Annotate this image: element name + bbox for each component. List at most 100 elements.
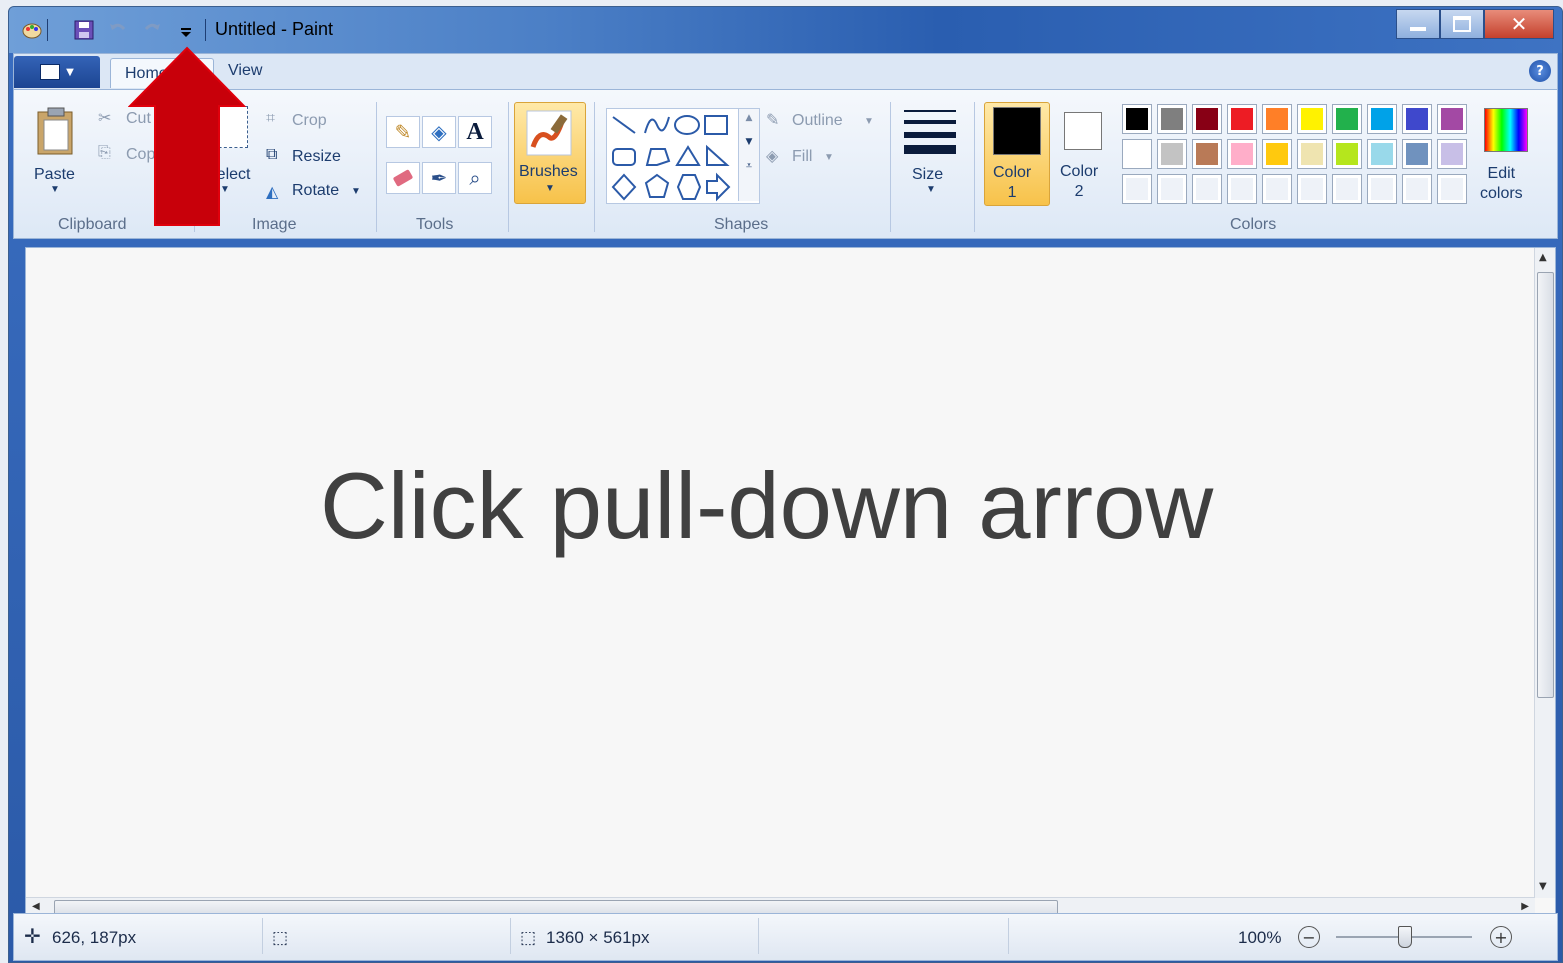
palette-swatch-color (1336, 108, 1358, 130)
palette-swatch[interactable] (1402, 139, 1432, 169)
redo-icon[interactable] (141, 19, 163, 41)
palette-swatch[interactable] (1297, 174, 1327, 204)
palette-swatch[interactable] (1402, 104, 1432, 134)
group-separator (594, 102, 595, 232)
diamond-shape-icon (611, 173, 637, 201)
palette-swatch[interactable] (1437, 174, 1467, 204)
palette-swatch[interactable] (1332, 139, 1362, 169)
palette-swatch[interactable] (1227, 174, 1257, 204)
color-picker-tool[interactable]: ✒ (422, 162, 456, 194)
paint-app-icon[interactable] (21, 19, 43, 41)
size-icon[interactable] (904, 108, 956, 156)
palette-swatch[interactable] (1227, 139, 1257, 169)
brushes-button[interactable]: Brushes ▼ (514, 102, 586, 204)
palette-swatch[interactable] (1367, 104, 1397, 134)
palette-swatch[interactable] (1262, 104, 1292, 134)
help-icon[interactable]: ? (1529, 60, 1551, 82)
edit-colors-button[interactable]: Edit colors (1476, 102, 1536, 204)
fill-tool[interactable]: ◈ (422, 116, 456, 148)
edit-colors-icon (1484, 108, 1528, 152)
palette-swatch[interactable] (1332, 104, 1362, 134)
title-separator (205, 19, 206, 41)
palette-swatch[interactable] (1227, 104, 1257, 134)
pencil-tool[interactable]: ✎ (386, 116, 420, 148)
scroll-down-arrow-icon[interactable]: ▼ (1539, 881, 1547, 892)
scroll-up-arrow-icon[interactable]: ▲ (1539, 252, 1547, 263)
rotate-dropdown-icon[interactable]: ▼ (351, 186, 361, 197)
shapes-scroll[interactable]: ▲ ▼ ⩡ (738, 109, 759, 201)
eraser-icon (392, 169, 414, 187)
shapes-more-icon[interactable]: ⩡ (739, 159, 759, 173)
maximize-button[interactable] (1440, 9, 1484, 39)
palette-swatch[interactable] (1367, 139, 1397, 169)
palette-swatch[interactable] (1192, 139, 1222, 169)
shapes-gallery-icons (611, 115, 731, 202)
palette-swatch[interactable] (1262, 174, 1292, 204)
zoom-in-button[interactable]: + (1490, 926, 1512, 948)
oval-shape-icon (674, 115, 700, 135)
palette-swatch[interactable] (1122, 104, 1152, 134)
group-separator (508, 102, 509, 232)
outline-button[interactable]: Outline (792, 112, 843, 130)
palette-swatch[interactable] (1437, 104, 1467, 134)
crop-button[interactable]: Crop (292, 112, 327, 130)
zoom-slider[interactable] (1336, 926, 1472, 948)
canvas-area: Click pull-down arrow ▲ ▼ ◀ ▶ (25, 247, 1556, 919)
palette-swatch[interactable] (1157, 139, 1187, 169)
palette-swatch-color (1126, 178, 1148, 200)
paste-icon[interactable] (34, 106, 78, 158)
paste-button[interactable]: Paste (34, 166, 75, 184)
paint-menu-button[interactable]: ▼ (14, 56, 100, 88)
palette-swatch[interactable] (1157, 104, 1187, 134)
size-dropdown-icon[interactable]: ▼ (926, 184, 936, 195)
palette-swatch[interactable] (1157, 174, 1187, 204)
size-button[interactable]: Size (912, 166, 943, 184)
outline-dropdown-icon[interactable]: ▼ (864, 116, 874, 127)
color-palette (1122, 104, 1472, 208)
palette-swatch[interactable] (1122, 139, 1152, 169)
close-button[interactable]: ✕ (1484, 9, 1554, 39)
zoom-slider-thumb[interactable] (1398, 926, 1412, 948)
status-separator (758, 918, 759, 954)
palette-swatch[interactable] (1297, 139, 1327, 169)
palette-swatch-color (1406, 108, 1428, 130)
color1-button[interactable]: Color 1 (984, 102, 1050, 206)
undo-icon[interactable] (107, 19, 129, 41)
palette-swatch[interactable] (1262, 139, 1292, 169)
resize-button[interactable]: Resize (292, 148, 341, 166)
palette-swatch-color (1196, 143, 1218, 165)
magnifier-tool[interactable]: ⌕ (458, 162, 492, 194)
scroll-up-icon[interactable]: ▲ (739, 113, 759, 123)
zoom-out-button[interactable]: − (1298, 926, 1320, 948)
eraser-tool[interactable] (386, 162, 420, 194)
palette-swatch[interactable] (1332, 174, 1362, 204)
vertical-scrollbar[interactable]: ▲ ▼ (1534, 248, 1555, 898)
palette-swatch[interactable] (1402, 174, 1432, 204)
minimize-button[interactable] (1396, 9, 1440, 39)
paste-dropdown-icon[interactable]: ▼ (50, 184, 60, 195)
palette-swatch-color (1126, 143, 1148, 165)
save-icon[interactable] (73, 19, 95, 41)
line-shape-icon (612, 116, 636, 134)
scroll-left-arrow-icon[interactable]: ◀ (32, 901, 40, 912)
text-tool[interactable]: A (458, 116, 492, 148)
palette-swatch[interactable] (1192, 174, 1222, 204)
rotate-button[interactable]: Rotate (292, 182, 339, 200)
palette-swatch-color (1371, 108, 1393, 130)
palette-swatch[interactable] (1122, 174, 1152, 204)
fill-button[interactable]: Fill (792, 148, 812, 166)
shapes-gallery[interactable]: ▲ ▼ ⩡ (606, 108, 760, 204)
brushes-dropdown-icon: ▼ (545, 183, 555, 194)
palette-swatch[interactable] (1297, 104, 1327, 134)
palette-swatch[interactable] (1367, 174, 1397, 204)
palette-swatch[interactable] (1437, 139, 1467, 169)
customize-quick-access-dropdown-icon[interactable] (175, 19, 197, 41)
color2-button[interactable]: Color 2 (1052, 102, 1116, 204)
fill-dropdown-icon[interactable]: ▼ (824, 152, 834, 163)
palette-swatch[interactable] (1192, 104, 1222, 134)
status-bar: ✛ 626, 187px ⬚ ⬚ 1360 × 561px 100% − + (13, 913, 1558, 961)
vertical-scroll-thumb[interactable] (1537, 272, 1554, 698)
hexagon-shape-icon (676, 174, 702, 200)
scroll-right-arrow-icon[interactable]: ▶ (1521, 901, 1529, 912)
scroll-down-icon[interactable]: ▼ (739, 137, 759, 147)
